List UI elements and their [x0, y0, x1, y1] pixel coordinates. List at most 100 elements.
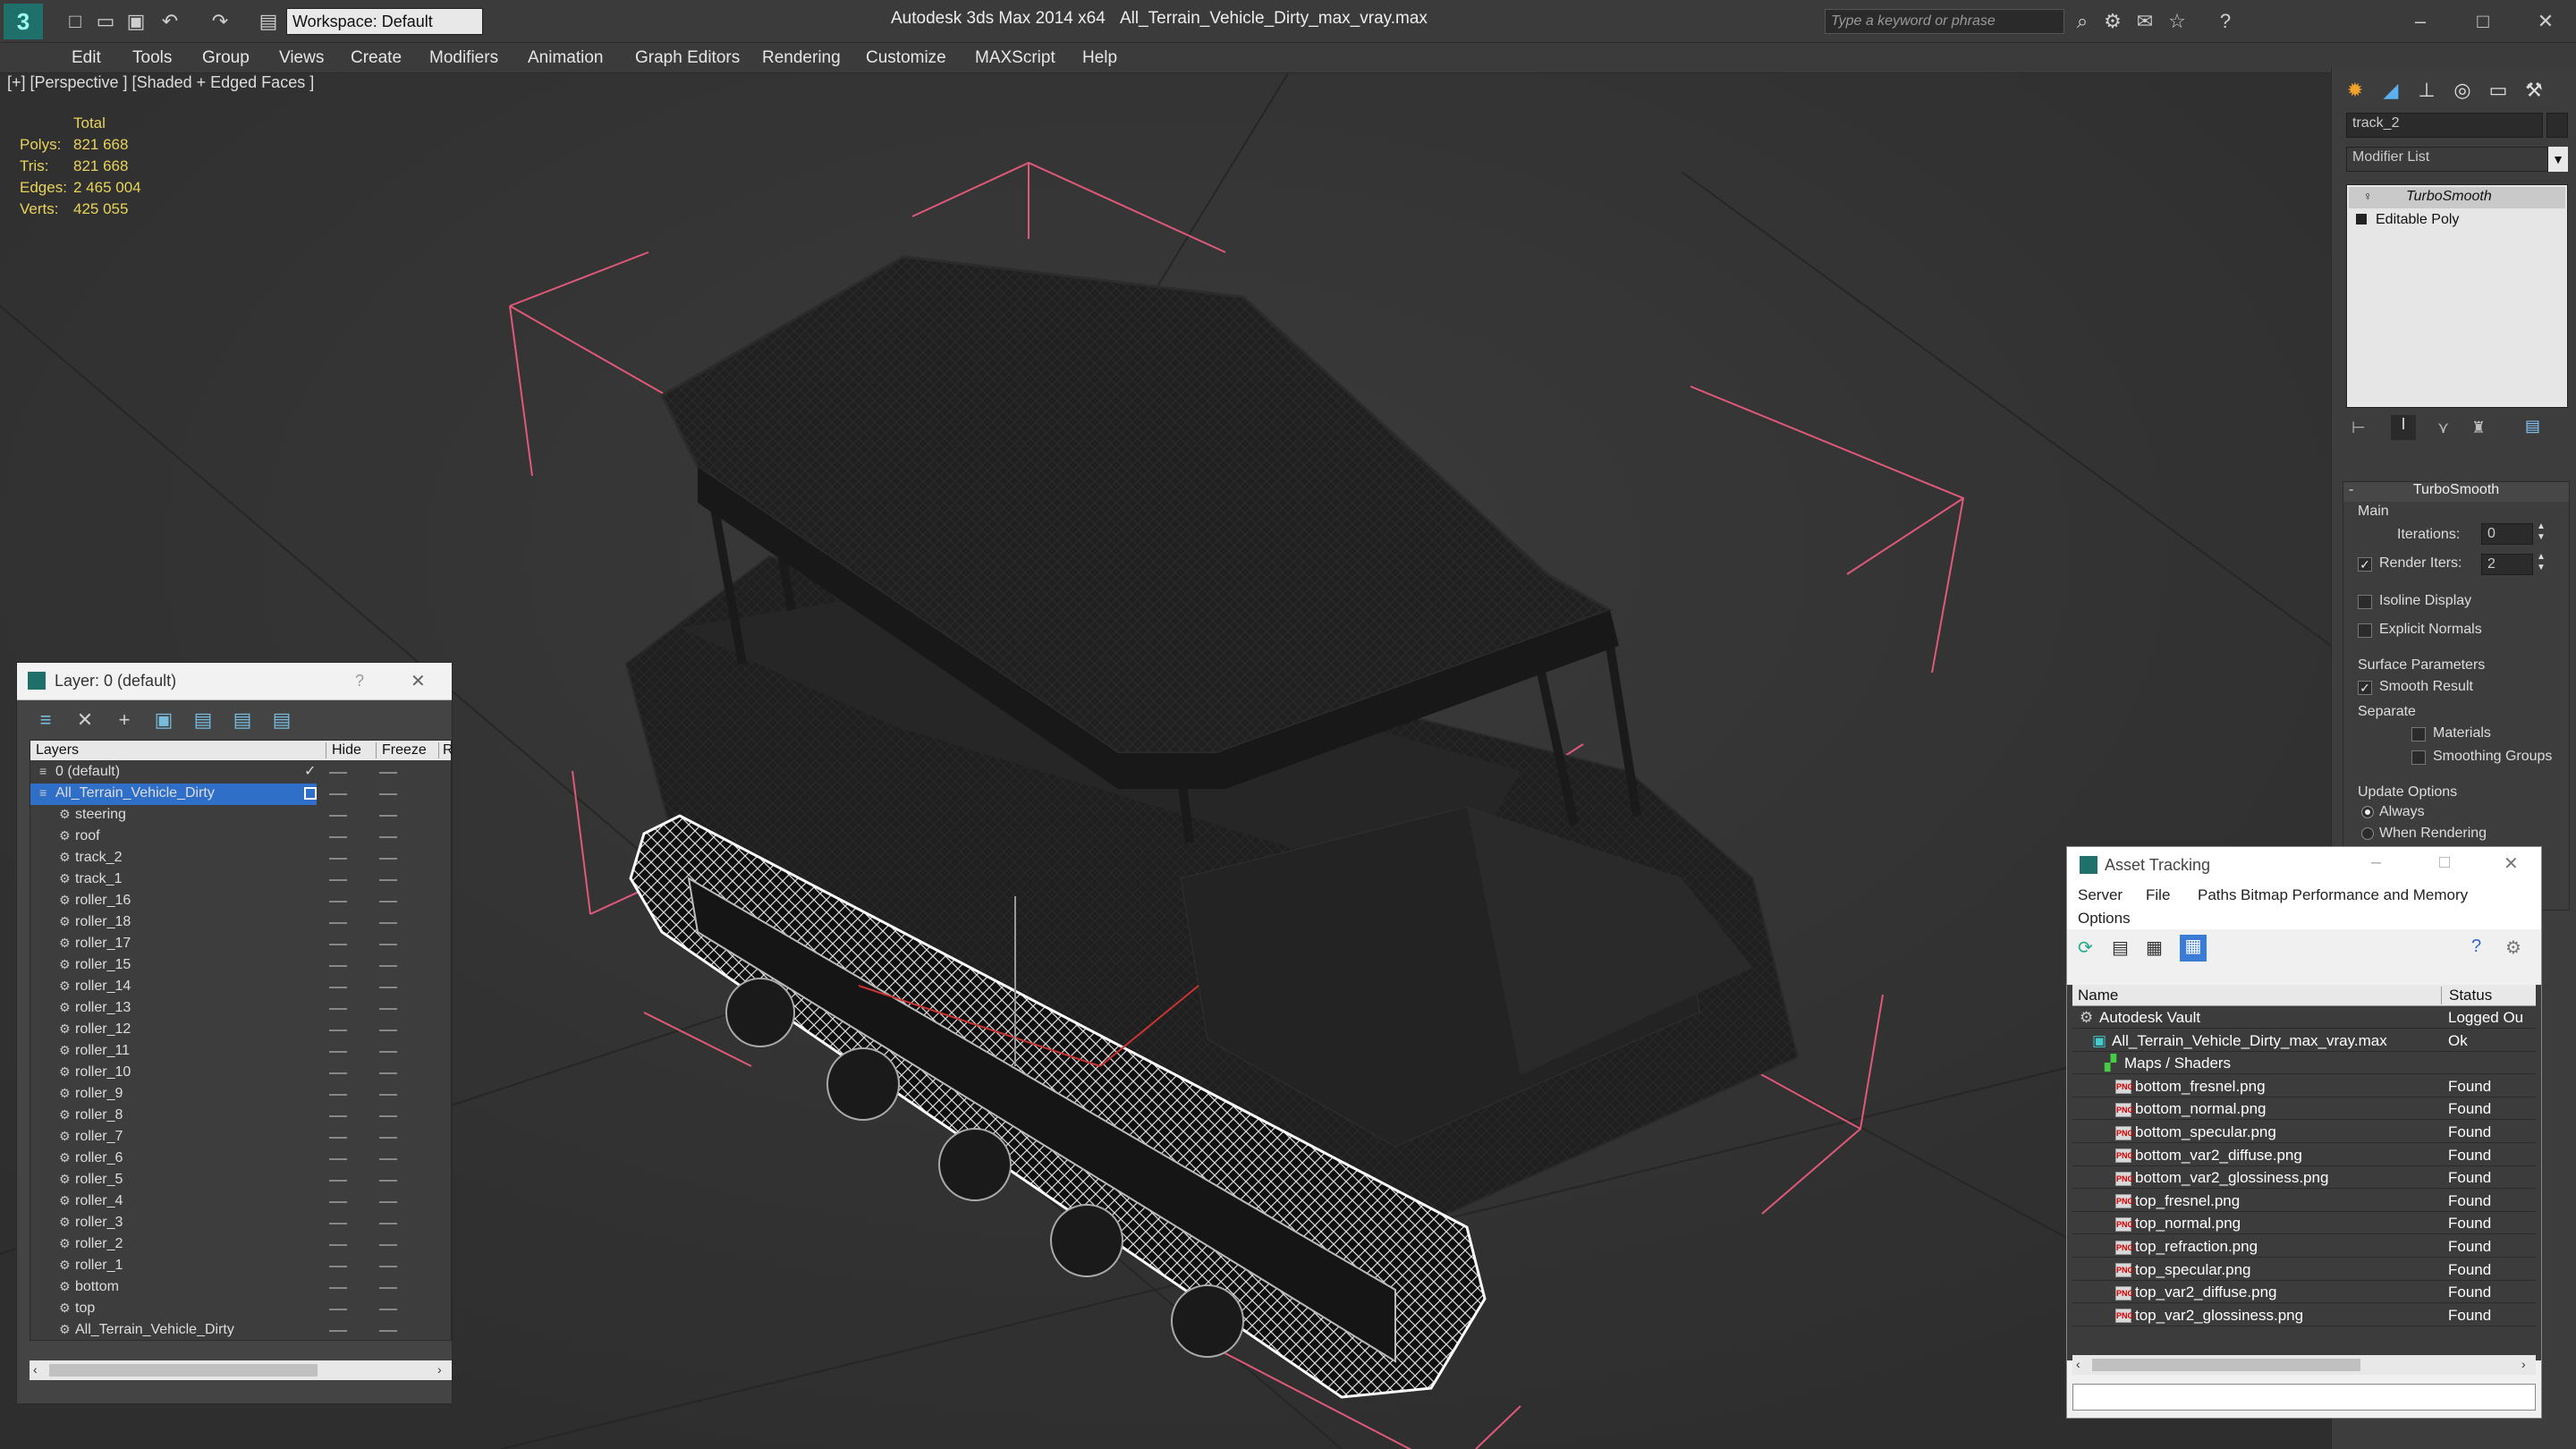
- hide-toggle[interactable]: [329, 815, 347, 817]
- menu-animation[interactable]: Animation: [528, 48, 604, 68]
- freeze-toggle[interactable]: [379, 879, 397, 881]
- open-file-icon[interactable]: ▭: [93, 9, 118, 34]
- scroll-left-icon[interactable]: ‹: [33, 1362, 38, 1377]
- object-color-swatch[interactable]: [2546, 113, 2568, 138]
- freeze-toggle[interactable]: [379, 858, 397, 860]
- pin-stack-icon[interactable]: ⊢: [2351, 419, 2366, 437]
- menu-maxscript[interactable]: MAXScript: [975, 48, 1055, 68]
- menu-customize[interactable]: Customize: [866, 48, 946, 68]
- help-icon[interactable]: ?: [2213, 9, 2238, 34]
- hide-toggle[interactable]: [329, 944, 347, 945]
- freeze-toggle[interactable]: [379, 1008, 397, 1010]
- asset-menu-bitmap[interactable]: Bitmap Performance and Memory: [2241, 886, 2468, 904]
- col-freeze[interactable]: Freeze: [376, 742, 427, 758]
- minimize-window-icon[interactable]: –: [2408, 9, 2433, 34]
- freeze-toggle[interactable]: [379, 901, 397, 902]
- freeze-toggle[interactable]: [379, 793, 397, 795]
- hide-toggle[interactable]: [329, 987, 347, 988]
- asset-menu-server[interactable]: Server: [2078, 886, 2123, 904]
- list-view-icon[interactable]: ▤: [2112, 936, 2129, 959]
- layer-horizontal-scrollbar[interactable]: ‹ ›: [30, 1360, 452, 1380]
- new-file-icon[interactable]: □: [63, 9, 88, 34]
- freeze-toggle[interactable]: [379, 922, 397, 924]
- modifier-stack[interactable]: TurboSmooth ♀ Editable Poly: [2346, 184, 2568, 408]
- asset-row[interactable]: ▣ All_Terrain_Vehicle_Dirty_max_vray.max O…: [2072, 1029, 2536, 1052]
- hide-toggle[interactable]: [329, 1072, 347, 1074]
- asset-maximize-icon[interactable]: □: [2439, 852, 2450, 873]
- iterations-spinner[interactable]: 0: [2481, 523, 2533, 545]
- menu-rendering[interactable]: Rendering: [762, 48, 841, 68]
- menu-tools[interactable]: Tools: [132, 48, 172, 68]
- freeze-toggle[interactable]: [379, 944, 397, 945]
- table-view-icon[interactable]: ▦: [2146, 936, 2163, 959]
- freeze-toggle[interactable]: [379, 1158, 397, 1160]
- hide-toggle[interactable]: [329, 879, 347, 881]
- layer-object-row[interactable]: ⚙ roller_9: [30, 1084, 442, 1106]
- scroll-left-icon[interactable]: ‹: [2076, 1357, 2080, 1371]
- asset-help-icon[interactable]: ?: [2471, 936, 2481, 957]
- freeze-all-icon[interactable]: ▤: [269, 708, 294, 733]
- hide-toggle[interactable]: [329, 1330, 347, 1332]
- freeze-toggle[interactable]: [379, 1094, 397, 1096]
- always-radio[interactable]: [2361, 806, 2374, 818]
- layer-row[interactable]: ≡ 0 (default) ✓: [30, 762, 442, 784]
- stack-item-editable-poly[interactable]: Editable Poly: [2349, 210, 2565, 232]
- hide-toggle[interactable]: [329, 772, 347, 774]
- freeze-toggle[interactable]: [379, 1051, 397, 1053]
- explicit-normals-checkbox[interactable]: [2358, 623, 2372, 638]
- asset-row[interactable]: PNG top_var2_glossiness.png Found: [2072, 1303, 2536, 1326]
- configure-sets-icon[interactable]: ▤: [2525, 417, 2540, 436]
- hide-toggle[interactable]: [329, 1309, 347, 1310]
- asset-horizontal-scrollbar[interactable]: ‹ ›: [2072, 1355, 2536, 1375]
- stack-item-turbosmooth[interactable]: TurboSmooth: [2349, 187, 2565, 208]
- smooth-result-checkbox[interactable]: ✓: [2358, 681, 2372, 695]
- hide-all-icon[interactable]: ▤: [230, 708, 255, 733]
- hide-toggle[interactable]: [329, 1201, 347, 1203]
- hierarchy-tab-icon[interactable]: ⊥: [2411, 75, 2443, 106]
- layer-object-row[interactable]: ⚙ roller_5: [30, 1170, 442, 1191]
- layer-object-row[interactable]: ⚙ roller_7: [30, 1127, 442, 1148]
- asset-row[interactable]: PNG top_var2_diffuse.png Found: [2072, 1281, 2536, 1304]
- layer-object-row[interactable]: ⚙ roller_12: [30, 1020, 442, 1041]
- workspace-dropdown[interactable]: Workspace: Default: [286, 8, 483, 35]
- freeze-toggle[interactable]: [379, 1180, 397, 1182]
- freeze-toggle[interactable]: [379, 965, 397, 967]
- layer-object-row[interactable]: ⚙ roller_13: [30, 998, 442, 1020]
- when-rendering-radio[interactable]: [2361, 827, 2374, 840]
- menu-group[interactable]: Group: [202, 48, 250, 68]
- hide-toggle[interactable]: [329, 836, 347, 838]
- hide-toggle[interactable]: [329, 1180, 347, 1182]
- layer-object-row[interactable]: ⚙ steering: [30, 805, 442, 826]
- close-window-icon[interactable]: ✕: [2533, 9, 2558, 34]
- layer-object-row[interactable]: ⚙ roof: [30, 826, 442, 848]
- show-end-result-icon[interactable]: I: [2391, 415, 2416, 440]
- hide-toggle[interactable]: [329, 1030, 347, 1031]
- render-iters-checkbox[interactable]: ✓: [2358, 557, 2372, 572]
- search-input[interactable]: Type a keyword or phrase: [1825, 9, 2064, 34]
- make-unique-icon[interactable]: ⋎: [2437, 419, 2449, 437]
- select-objects-icon[interactable]: ▣: [151, 708, 176, 733]
- hide-toggle[interactable]: [329, 793, 347, 795]
- scroll-thumb[interactable]: [2092, 1359, 2360, 1371]
- asset-row[interactable]: ⚙ Autodesk Vault Logged Ou: [2072, 1006, 2536, 1029]
- chevron-down-icon[interactable]: ▼: [2548, 147, 2568, 172]
- layer-object-row[interactable]: ⚙ roller_1: [30, 1256, 442, 1277]
- asset-row[interactable]: PNG bottom_fresnel.png Found: [2072, 1074, 2536, 1097]
- layer-object-row[interactable]: ⚙ roller_11: [30, 1041, 442, 1063]
- hide-toggle[interactable]: [329, 965, 347, 967]
- hide-toggle[interactable]: [329, 1158, 347, 1160]
- layer-object-row[interactable]: ⚙ roller_17: [30, 934, 442, 955]
- freeze-toggle[interactable]: [379, 836, 397, 838]
- menu-modifiers[interactable]: Modifiers: [429, 48, 498, 68]
- asset-settings-icon[interactable]: ⚙: [2505, 936, 2521, 959]
- freeze-toggle[interactable]: [379, 1201, 397, 1203]
- undo-icon[interactable]: ↶: [157, 9, 182, 34]
- scroll-thumb[interactable]: [49, 1364, 318, 1377]
- isoline-display-checkbox[interactable]: [2358, 595, 2372, 609]
- menu-graph-editors[interactable]: Graph Editors: [635, 48, 740, 68]
- layer-help-button[interactable]: ?: [355, 672, 364, 691]
- rollout-collapse[interactable]: -: [2349, 482, 2353, 498]
- asset-row[interactable]: ▞ Maps / Shaders: [2072, 1052, 2536, 1075]
- asset-row[interactable]: PNG bottom_specular.png Found: [2072, 1121, 2536, 1143]
- hide-toggle[interactable]: [329, 858, 347, 860]
